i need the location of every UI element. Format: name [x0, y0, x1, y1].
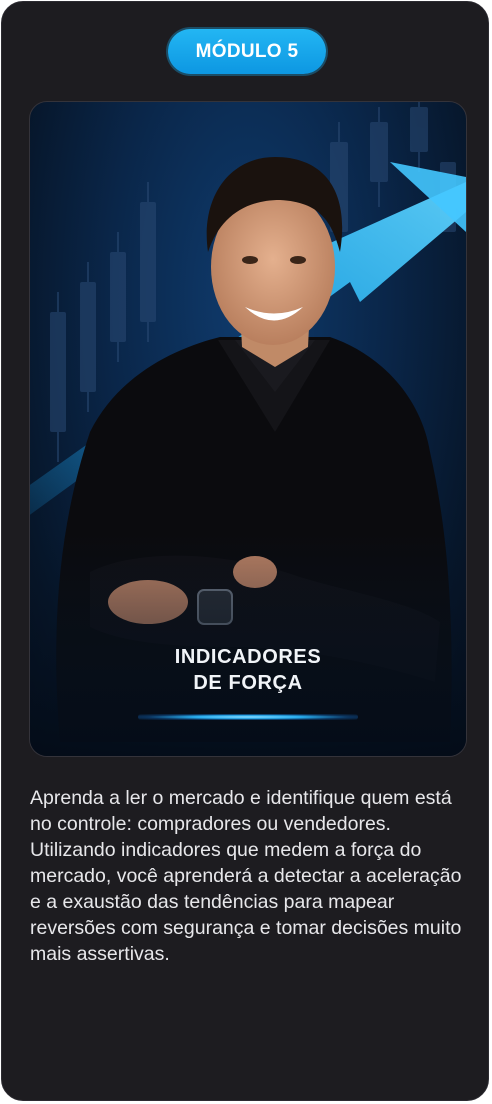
cover-title-line-1: INDICADORES [174, 646, 322, 668]
cover-title: INDICADORES DE FORÇA [30, 644, 466, 696]
cover-glow-underline [138, 714, 358, 720]
cover-title-line-2: DE FORÇA [193, 672, 303, 694]
module-cover[interactable]: INDICADORES DE FORÇA [29, 101, 467, 757]
module-badge: MÓDULO 5 [168, 29, 326, 74]
module-card[interactable]: MÓDULO 5 INDICADORES DE FORÇA Aprenda a … [1, 1, 489, 1101]
module-description: Aprenda a ler o mercado e identifique qu… [30, 787, 462, 965]
